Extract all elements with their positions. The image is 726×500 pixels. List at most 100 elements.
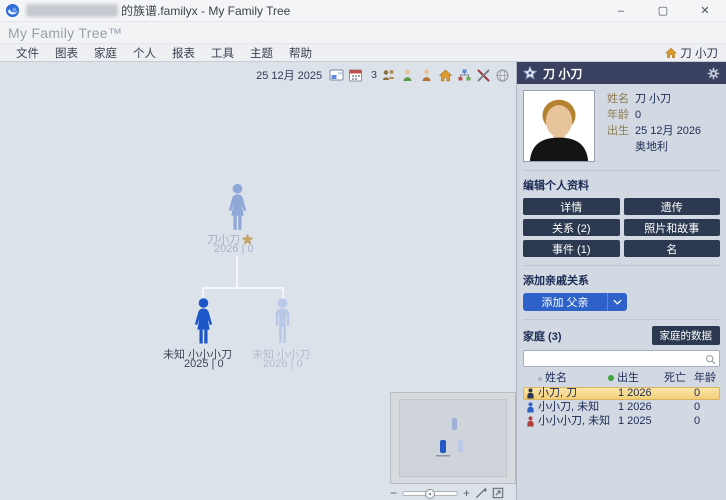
zoom-slider[interactable] <box>402 488 459 499</box>
row-age: 0 <box>694 415 701 427</box>
events-button[interactable]: 事件 (1) <box>523 240 620 257</box>
tree-child-right-detail: 2026 | 0 <box>263 358 303 370</box>
relationships-button[interactable]: 关系 (2) <box>523 219 620 236</box>
edit-buttons: 详情 遗传 关系 (2) 照片和故事 事件 (1) 名 <box>523 198 720 257</box>
star-icon[interactable] <box>523 66 537 80</box>
row-age: 0 <box>694 387 701 399</box>
person-male-icon[interactable] <box>419 68 434 83</box>
divider <box>523 170 720 171</box>
photos-stories-button[interactable]: 照片和故事 <box>623 219 720 236</box>
family-row-selected[interactable]: 小刀, 刀 1 2026 0 <box>523 387 720 400</box>
menu-themes[interactable]: 主题 <box>242 44 281 61</box>
names-button[interactable]: 名 <box>623 240 720 257</box>
app-logo-icon <box>5 3 20 18</box>
minimize-button[interactable]: – <box>600 0 642 21</box>
close-button[interactable]: ✕ <box>684 0 726 21</box>
tree-root-figure[interactable] <box>221 183 254 231</box>
birth-place-spacer <box>607 141 635 154</box>
search-icon <box>706 354 716 364</box>
menu-reports[interactable]: 报表 <box>164 44 203 61</box>
menu-tools[interactable]: 工具 <box>203 44 242 61</box>
person-panel: 刀 小刀 姓名 刀 小刀 年龄 0 出生 25 12月 2026 奥地利 编辑个… <box>516 62 726 500</box>
person-female-icon[interactable] <box>400 68 415 83</box>
family-search-input[interactable] <box>523 350 720 367</box>
header-birth[interactable]: 出生 <box>608 372 664 385</box>
add-relative-dropdown[interactable] <box>607 293 627 311</box>
person-summary: 姓名刀 小刀 年龄 0 出生 25 12月 2026 奥地利 <box>523 90 720 162</box>
panel-person-name: 刀 小刀 <box>543 66 583 81</box>
menu-charts[interactable]: 图表 <box>47 44 86 61</box>
zoom-out-button[interactable]: − <box>390 487 397 499</box>
current-person-name: 刀 小刀 <box>680 47 718 60</box>
chart-date: 25 12月 2025 <box>256 70 323 82</box>
family-table: 姓名 出生 死亡 年龄 小刀, 刀 1 2026 0 小小刀, 未知 1 202… <box>523 372 720 428</box>
zoom-in-button[interactable]: + <box>463 487 470 499</box>
tree-root-detail: 2026 | 0 <box>214 243 254 255</box>
edit-section-title: 编辑个人资料 <box>523 180 589 192</box>
person-panel-header: 刀 小刀 <box>517 62 726 84</box>
app-brand-bar: My Family Tree™ <box>0 22 726 44</box>
name-value: 刀 小刀 <box>635 93 672 105</box>
calendar-icon[interactable] <box>348 68 363 83</box>
relatives-group-icon[interactable] <box>381 68 396 83</box>
menu-family[interactable]: 家庭 <box>86 44 125 61</box>
person-icon <box>527 416 534 427</box>
header-age[interactable]: 年龄 <box>694 372 720 385</box>
birth-label: 出生 <box>607 125 629 137</box>
divider <box>523 265 720 266</box>
menu-individual[interactable]: 个人 <box>125 44 164 61</box>
add-father-button[interactable]: 添加 父亲 <box>523 293 607 311</box>
connector-branch <box>202 287 284 289</box>
family-row[interactable]: 小小刀, 未知 1 2026 0 <box>523 401 720 414</box>
tree-child-right-figure[interactable] <box>266 298 299 344</box>
row-birth: 1 2026 <box>618 401 652 413</box>
chart-icon[interactable] <box>457 68 472 83</box>
living-indicator-dot <box>608 375 614 381</box>
divider <box>523 319 720 320</box>
chart-canvas[interactable]: 25 12月 2025 3 刀小刀 2026 | 0 未知 小小小刀 2025 … <box>0 62 516 500</box>
window-titlebar: 的族谱.familyx - My Family Tree – ▢ ✕ <box>0 0 726 22</box>
person-info: 姓名刀 小刀 年龄 0 出生 25 12月 2026 奥地利 <box>595 90 701 162</box>
globe-icon[interactable] <box>495 68 510 83</box>
details-button[interactable]: 详情 <box>523 198 620 215</box>
birth-value: 25 12月 2026 <box>635 125 702 137</box>
zoom-slider-thumb[interactable] <box>425 488 436 499</box>
add-relative-split-button: 添加 父亲 <box>523 293 627 311</box>
age-value: 0 <box>635 109 642 121</box>
row-name: 小小小刀, 未知 <box>538 415 611 427</box>
person-icon <box>527 388 534 399</box>
zoom-bar: − + <box>390 486 516 500</box>
current-person-shortcut[interactable]: 刀 小刀 <box>665 45 718 61</box>
fit-to-window-icon[interactable] <box>492 487 504 499</box>
header-death[interactable]: 死亡 <box>664 372 694 385</box>
gear-icon[interactable] <box>707 67 720 80</box>
home-icon <box>665 47 678 58</box>
tree-child-left-figure[interactable] <box>187 298 220 344</box>
menu-help[interactable]: 帮助 <box>281 44 320 61</box>
family-row[interactable]: 小小小刀, 未知 1 2025 0 <box>523 415 720 428</box>
redacted-filename-prefix <box>26 4 118 17</box>
window-title: 的族谱.familyx - My Family Tree <box>121 4 291 18</box>
menu-file[interactable]: 文件 <box>8 44 47 61</box>
home-person-icon[interactable] <box>438 68 453 83</box>
window-controls: – ▢ ✕ <box>600 0 726 21</box>
genetics-button[interactable]: 遗传 <box>623 198 720 215</box>
minimap-view[interactable] <box>399 399 507 477</box>
tools-icon[interactable] <box>476 68 491 83</box>
row-birth: 1 2025 <box>618 415 652 427</box>
family-table-header: 姓名 出生 死亡 年龄 <box>523 372 720 385</box>
maximize-button[interactable]: ▢ <box>642 0 684 21</box>
header-name[interactable]: 姓名 <box>538 372 618 385</box>
row-name: 小刀, 刀 <box>538 387 578 399</box>
family-data-button[interactable]: 家庭的数据 <box>651 326 720 345</box>
family-section-title: 家庭 (3) <box>523 330 562 343</box>
menu-bar: 文件 图表 家庭 个人 报表 工具 主题 帮助 刀 小刀 <box>0 44 726 62</box>
chevron-down-icon <box>613 299 622 305</box>
person-icon <box>527 402 534 413</box>
person-photo[interactable] <box>523 90 595 162</box>
add-section-title: 添加亲戚关系 <box>523 275 589 287</box>
minimap-tree <box>436 418 463 457</box>
slideshow-icon[interactable] <box>329 68 344 83</box>
row-name: 小小刀, 未知 <box>538 401 600 413</box>
pan-mode-icon[interactable] <box>475 487 487 499</box>
